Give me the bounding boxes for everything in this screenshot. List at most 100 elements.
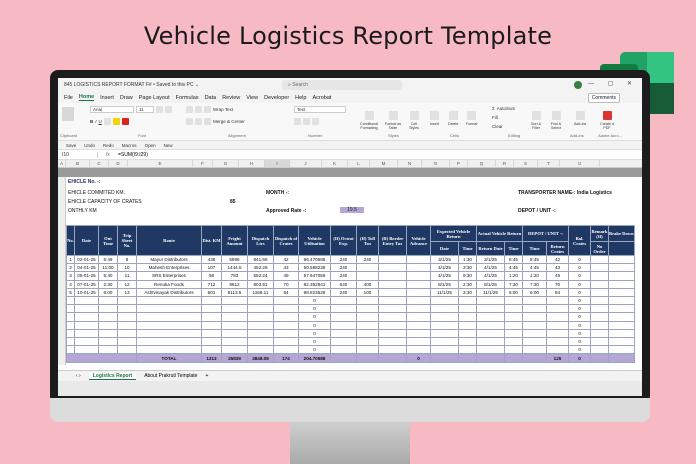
cell-ltrs[interactable]: 552.24 [247,271,274,281]
column-header-l[interactable]: L [348,160,370,167]
cell-empty[interactable]: 0 [298,304,331,314]
cell-empty[interactable] [221,328,248,338]
wrap-text-button[interactable]: Wrap Text [213,107,233,112]
cell-ret_crates[interactable]: 84 [546,287,569,297]
cell-empty[interactable] [378,320,407,330]
cell-date[interactable]: 10-01-25 [74,287,99,297]
cell-empty[interactable] [546,304,569,314]
cell-no[interactable]: 1 [66,254,75,265]
menu-acrobat[interactable]: Acrobat [312,95,331,101]
cell-adv[interactable] [406,279,431,289]
currency-icon[interactable] [294,118,301,125]
cell-empty[interactable] [221,345,248,355]
cell-empty[interactable] [136,304,202,314]
cell-empty[interactable] [476,295,505,306]
quick-macros-button[interactable]: Macros [122,143,137,148]
cell-util[interactable]: 96.470588 [298,254,331,265]
cell-bal[interactable]: 0 [568,279,591,289]
cell-toll[interactable] [356,271,379,281]
cell-adv[interactable] [406,271,431,281]
cell-empty[interactable] [406,295,431,306]
cell-styles-button[interactable]: Cell Styles [406,111,422,130]
cell-empty[interactable] [522,312,547,322]
cell-empty[interactable] [247,312,274,322]
menu-draw[interactable]: Draw [120,95,133,101]
cell-empty[interactable] [273,304,299,314]
cell-empty[interactable] [98,312,118,322]
cell-brake-down[interactable] [608,279,635,289]
cell-empty[interactable] [430,345,459,355]
cell-freight[interactable]: 9612 [221,279,248,289]
cell-empty[interactable] [430,320,459,330]
cell-trip[interactable]: 11 [117,271,137,281]
cell-empty[interactable] [201,320,222,330]
cell-empty[interactable] [522,336,547,347]
formula-input[interactable]: =SUM(I9:I29) [118,152,148,158]
cell-empty[interactable]: 0 [298,312,331,322]
autosum-button[interactable]: AutoSum [497,106,516,111]
quick-new-button[interactable]: New [164,143,173,148]
cell-empty[interactable] [356,328,379,338]
quick-undo-button[interactable]: Undo [84,143,95,148]
tab-about-template[interactable]: About Prakruti Template [144,373,197,379]
column-header-m[interactable]: M [370,160,398,167]
cell-empty[interactable] [136,328,202,338]
cell-toll[interactable] [356,263,379,273]
borders-icon[interactable] [103,118,111,125]
cell-octroi[interactable]: 240 [330,271,357,281]
cell-empty[interactable] [458,345,477,355]
cell-empty[interactable]: 0 [568,304,591,314]
cell-toll[interactable]: 240 [356,254,379,265]
cell-empty[interactable] [476,312,505,322]
bold-icon[interactable]: B [90,119,93,124]
align-bottom-icon[interactable] [204,106,211,113]
cell-crates[interactable]: 70 [273,279,299,289]
cell-empty[interactable] [458,295,477,306]
cell-empty[interactable] [117,304,137,314]
delete-cells-button[interactable]: Delete [448,111,458,126]
cell-act_date[interactable]: 4/1/25 [476,263,505,273]
cell-empty[interactable]: 0 [568,328,591,338]
cell-out[interactable]: 11:00 [98,263,118,273]
column-header-u[interactable]: U [560,160,600,167]
menu-insert[interactable]: Insert [100,95,114,101]
cell-empty[interactable] [406,328,431,338]
cell-exp_date[interactable]: 11/1/25 [430,287,459,297]
column-header-n[interactable]: N [398,160,422,167]
cell-empty[interactable] [522,304,547,314]
cell-empty[interactable] [378,328,407,338]
cell-empty[interactable] [546,336,569,347]
underline-icon[interactable]: U [99,119,102,124]
cell-empty[interactable] [546,345,569,355]
tab-logistics-report[interactable]: Logistics Report [88,372,137,380]
cell-act_date[interactable]: 11/1/25 [476,287,505,297]
cell-km[interactable]: 712 [201,279,222,289]
cell-empty[interactable] [356,336,379,347]
column-header-d[interactable]: D [109,160,128,167]
cell-empty[interactable]: 0 [298,328,331,338]
cell-util[interactable]: 50.588235 [298,263,331,273]
cell-empty[interactable] [221,304,248,314]
cell-empty[interactable] [378,304,407,314]
cell-exp_time[interactable]: 9:30 [458,271,477,281]
cell-empty[interactable] [117,312,137,322]
column-header-f[interactable]: F [193,160,213,167]
cell-remark[interactable] [590,254,609,265]
cell-empty[interactable] [590,320,609,330]
cell-ret_crates[interactable]: 49 [546,271,569,281]
column-header-s[interactable]: S [514,160,538,167]
menu-file[interactable]: File [64,95,73,101]
fx-icon[interactable]: fx [98,152,118,158]
cell-empty[interactable] [590,345,609,355]
cell-ret_crates[interactable]: 42 [546,254,569,265]
cell-empty[interactable] [66,328,75,338]
cell-empty[interactable]: 0 [298,295,331,306]
align-right-icon[interactable] [204,118,211,125]
cell-empty[interactable]: 0 [298,336,331,347]
cell-empty[interactable] [330,320,357,330]
comma-icon[interactable] [312,118,319,125]
cell-exp_time[interactable]: 3:30 [458,263,477,273]
cell-out[interactable]: 2:30 [98,279,118,289]
cell-empty[interactable] [66,345,75,355]
cell-empty[interactable] [590,312,609,322]
